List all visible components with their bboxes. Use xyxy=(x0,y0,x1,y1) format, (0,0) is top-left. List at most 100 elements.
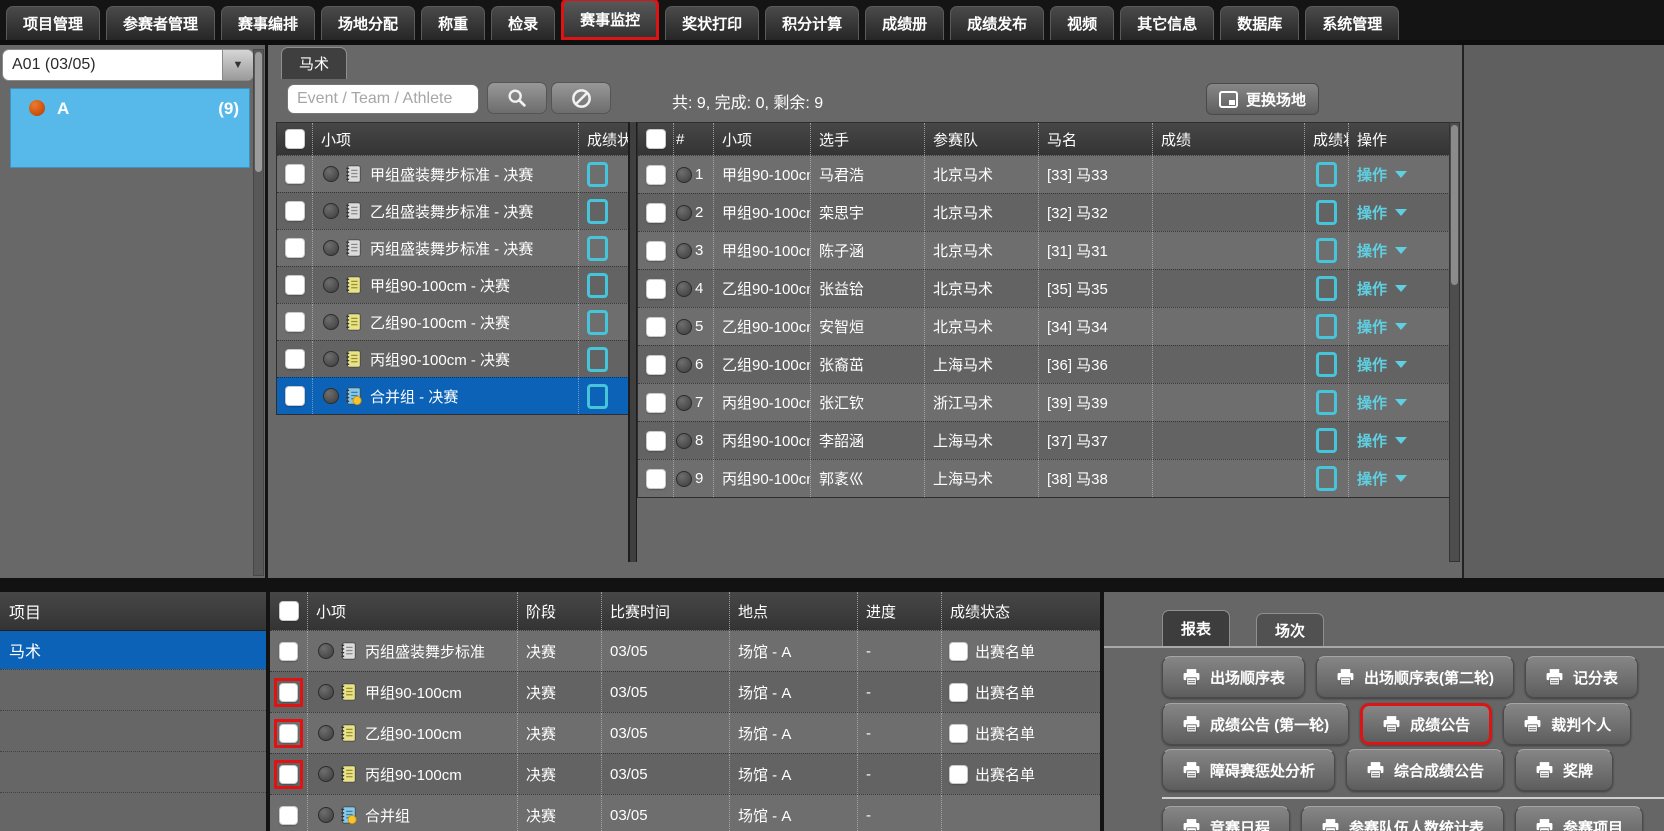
radio-icon[interactable] xyxy=(318,766,334,782)
tab-reports[interactable]: 报表 xyxy=(1162,610,1230,646)
search-button[interactable] xyxy=(487,82,547,114)
result-status-box[interactable] xyxy=(1316,428,1337,453)
athlete-row[interactable]: 2 甲组90-100cm 栾思宇 北京马术 [32] 马32 操作 xyxy=(638,193,1450,231)
menu-item-weighing[interactable]: 称重 xyxy=(421,6,485,40)
radio-icon[interactable] xyxy=(676,433,692,449)
print-team-headcount-stats-button[interactable]: 参赛队伍人数统计表 xyxy=(1301,806,1504,831)
radio-icon[interactable] xyxy=(318,684,334,700)
radio-icon[interactable] xyxy=(323,314,339,330)
radio-icon[interactable] xyxy=(318,643,334,659)
row-checkbox[interactable] xyxy=(286,276,304,294)
radio-icon[interactable] xyxy=(323,388,339,404)
row-checkbox[interactable] xyxy=(280,766,297,783)
row-checkbox[interactable] xyxy=(280,684,297,701)
athlete-row[interactable]: 7 丙组90-100cm 张汇钦 浙江马术 [39] 马39 操作 xyxy=(638,383,1450,421)
event-row[interactable]: 乙组盛装舞步标准 - 决赛 xyxy=(277,192,629,229)
print-entries-button[interactable]: 参赛项目 xyxy=(1515,806,1643,831)
athlete-row[interactable]: 5 乙组90-100cm 安智烜 北京马术 [34] 马34 操作 xyxy=(638,307,1450,345)
radio-icon[interactable] xyxy=(318,725,334,741)
schedule-row[interactable]: 丙组90-100cm 决赛 03/05 场馆 - A - 出赛名单 xyxy=(270,753,1100,794)
menu-item-results-publishing[interactable]: 成绩发布 xyxy=(950,6,1044,40)
athlete-row[interactable]: 6 乙组90-100cm 张裔茁 上海马术 [36] 马36 操作 xyxy=(638,345,1450,383)
print-judge-individual-button[interactable]: 裁判个人 xyxy=(1503,703,1631,745)
event-row-selected[interactable]: 合并组 - 决赛 xyxy=(277,377,629,414)
menu-item-event-monitoring-highlighted[interactable]: 赛事监控 xyxy=(561,0,659,40)
print-jumping-penalty-analysis-button[interactable]: 障碍赛惩处分析 xyxy=(1162,749,1335,791)
menu-item-database[interactable]: 数据库 xyxy=(1220,6,1299,40)
venue-selector-dropdown[interactable]: A01 (03/05) ▼ xyxy=(2,49,254,81)
row-checkbox[interactable] xyxy=(647,204,665,222)
print-combined-results-button[interactable]: 综合成绩公告 xyxy=(1346,749,1504,791)
radio-icon[interactable] xyxy=(323,277,339,293)
result-status-box[interactable] xyxy=(587,236,608,261)
select-all-checkbox[interactable] xyxy=(280,602,298,620)
result-status-box[interactable] xyxy=(1316,162,1337,187)
athletes-scrollbar-thumb[interactable] xyxy=(1451,125,1458,285)
radio-icon[interactable] xyxy=(676,319,692,335)
start-list-checkbox[interactable] xyxy=(950,766,967,783)
action-dropdown[interactable]: 操作 xyxy=(1357,430,1407,451)
radio-icon[interactable] xyxy=(323,203,339,219)
row-checkbox[interactable] xyxy=(286,202,304,220)
event-row[interactable]: 甲组盛装舞步标准 - 决赛 xyxy=(277,155,629,192)
clear-search-button[interactable] xyxy=(551,82,611,114)
schedule-row[interactable]: 合并组 决赛 03/05 场馆 - A - xyxy=(270,794,1100,831)
athlete-row[interactable]: 4 乙组90-100cm 张益铪 北京马术 [35] 马35 操作 xyxy=(638,269,1450,307)
start-list-checkbox[interactable] xyxy=(950,684,967,701)
radio-icon[interactable] xyxy=(676,471,692,487)
row-checkbox[interactable] xyxy=(647,470,665,488)
row-checkbox[interactable] xyxy=(286,350,304,368)
menu-item-check-in[interactable]: 检录 xyxy=(491,6,555,40)
tab-equestrian[interactable]: 马术 xyxy=(281,47,347,79)
schedule-row[interactable]: 丙组盛装舞步标准 决赛 03/05 场馆 - A - 出赛名单 xyxy=(270,630,1100,671)
sidebar-scrollbar[interactable] xyxy=(253,49,264,576)
radio-icon[interactable] xyxy=(676,167,692,183)
result-status-box[interactable] xyxy=(587,310,608,335)
result-status-box[interactable] xyxy=(1316,238,1337,263)
result-status-box[interactable] xyxy=(1316,466,1337,491)
menu-item-system-management[interactable]: 系统管理 xyxy=(1305,6,1399,40)
print-results-round1-button[interactable]: 成绩公告 (第一轮) xyxy=(1162,703,1349,745)
event-row[interactable]: 丙组90-100cm - 决赛 xyxy=(277,340,629,377)
radio-icon[interactable] xyxy=(318,807,334,823)
action-dropdown[interactable]: 操作 xyxy=(1357,392,1407,413)
result-status-box[interactable] xyxy=(1316,314,1337,339)
row-checkbox[interactable] xyxy=(286,165,304,183)
result-status-box[interactable] xyxy=(587,347,608,372)
row-checkbox[interactable] xyxy=(647,318,665,336)
event-row[interactable]: 甲组90-100cm - 决赛 xyxy=(277,266,629,303)
print-results-button-highlighted[interactable]: 成绩公告 xyxy=(1360,703,1492,745)
print-start-order-button[interactable]: 出场顺序表 xyxy=(1162,656,1305,698)
result-status-box[interactable] xyxy=(587,199,608,224)
event-row[interactable]: 乙组90-100cm - 决赛 xyxy=(277,303,629,340)
result-status-box[interactable] xyxy=(1316,390,1337,415)
row-checkbox[interactable] xyxy=(280,643,297,660)
athletes-scrollbar[interactable] xyxy=(1449,122,1460,562)
menu-item-certificate-printing[interactable]: 奖状打印 xyxy=(665,6,759,40)
event-row[interactable]: 丙组盛装舞步标准 - 决赛 xyxy=(277,229,629,266)
row-checkbox[interactable] xyxy=(280,807,297,824)
action-dropdown[interactable]: 操作 xyxy=(1357,202,1407,223)
start-list-checkbox[interactable] xyxy=(950,725,967,742)
select-all-checkbox[interactable] xyxy=(647,130,665,148)
row-checkbox[interactable] xyxy=(647,394,665,412)
sidebar-scrollbar-thumb[interactable] xyxy=(255,52,262,172)
chevron-down-icon[interactable]: ▼ xyxy=(222,50,253,80)
row-checkbox[interactable] xyxy=(286,313,304,331)
print-score-sheet-button[interactable]: 记分表 xyxy=(1525,656,1638,698)
row-checkbox[interactable] xyxy=(647,280,665,298)
radio-icon[interactable] xyxy=(323,240,339,256)
result-status-box[interactable] xyxy=(1316,352,1337,377)
action-dropdown[interactable]: 操作 xyxy=(1357,468,1407,489)
row-checkbox[interactable] xyxy=(286,239,304,257)
athlete-row[interactable]: 3 甲组90-100cm 陈子涵 北京马术 [31] 马31 操作 xyxy=(638,231,1450,269)
menu-item-other-info[interactable]: 其它信息 xyxy=(1120,6,1214,40)
row-checkbox[interactable] xyxy=(647,166,665,184)
start-list-checkbox[interactable] xyxy=(950,643,967,660)
result-status-box[interactable] xyxy=(1316,200,1337,225)
print-medals-button[interactable]: 奖牌 xyxy=(1515,749,1613,791)
tab-sessions[interactable]: 场次 xyxy=(1256,613,1324,646)
row-checkbox[interactable] xyxy=(647,242,665,260)
row-checkbox[interactable] xyxy=(286,387,304,405)
action-dropdown[interactable]: 操作 xyxy=(1357,278,1407,299)
